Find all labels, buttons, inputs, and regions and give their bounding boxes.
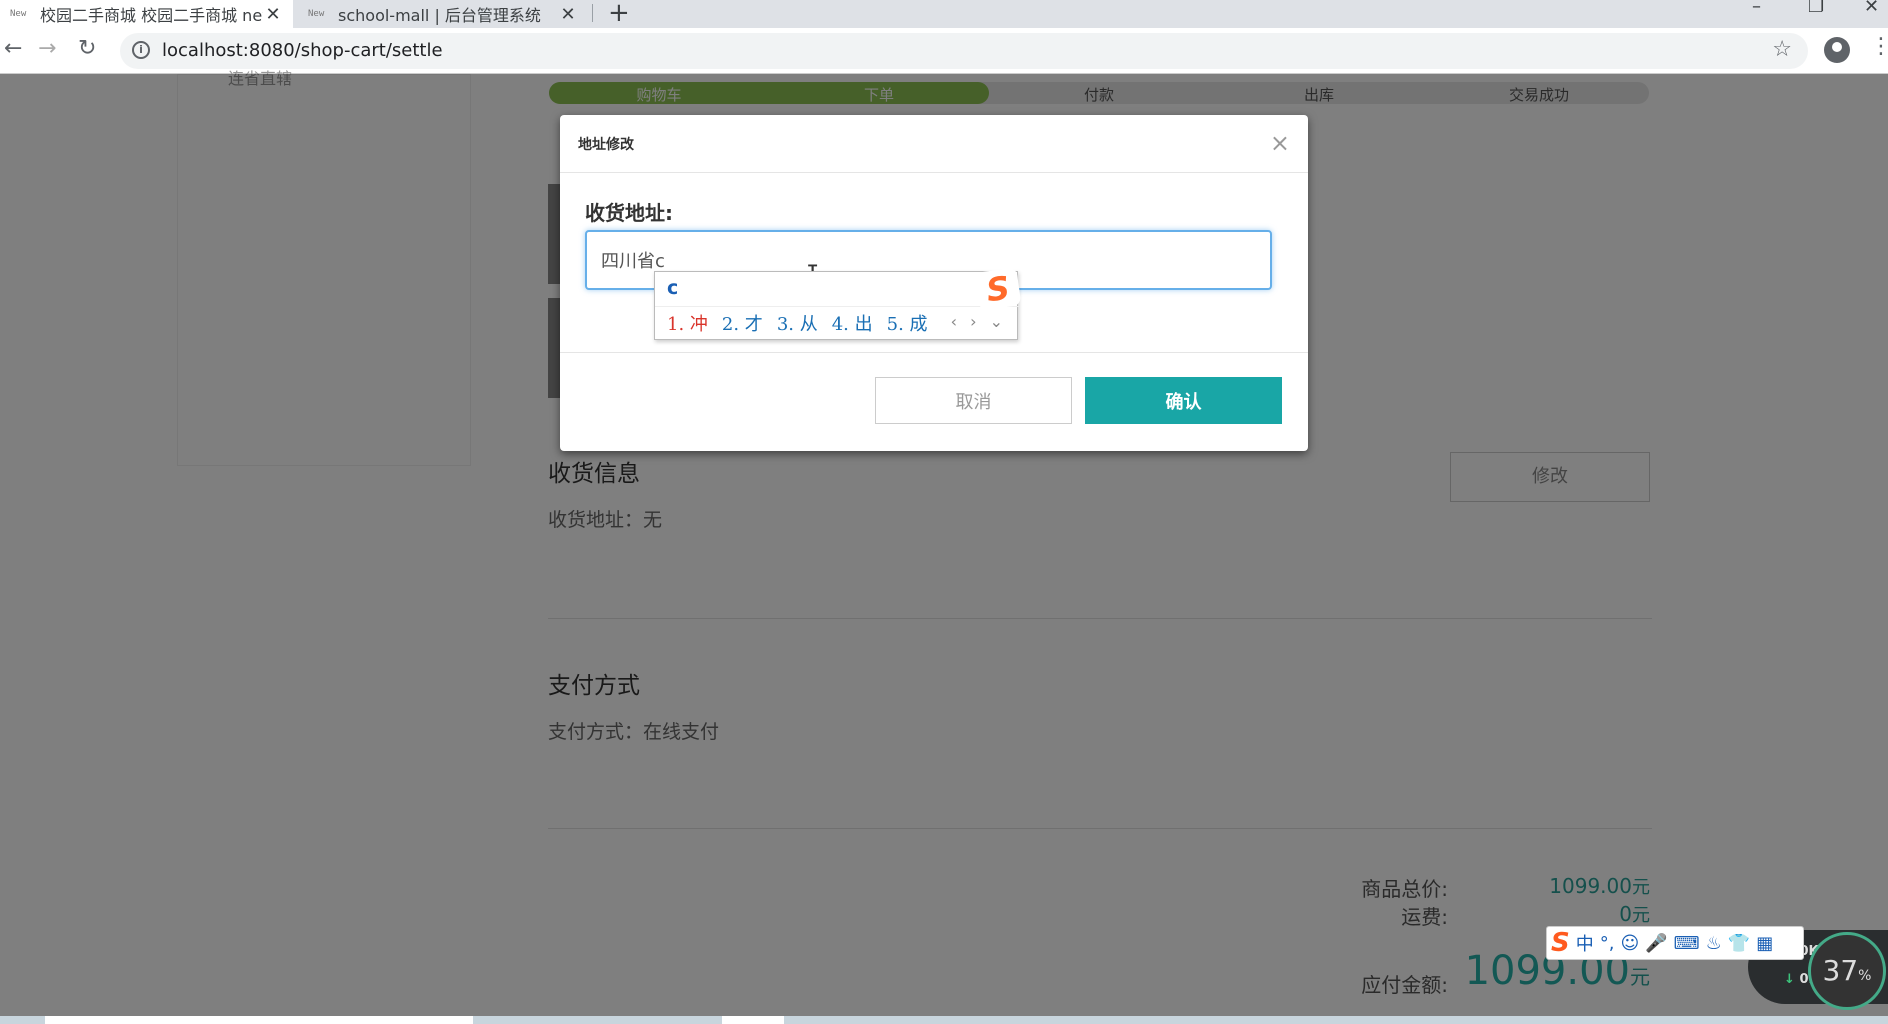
ime-candidate[interactable]: 4. 出	[832, 310, 873, 336]
modal-title: 地址修改	[578, 137, 634, 153]
tab-strip: New 校园二手商城 校园二手商城 new ✕ New school-mall …	[0, 0, 1888, 28]
maximize-icon[interactable]: ❐	[1808, 0, 1824, 17]
address-bar[interactable]: i localhost:8080/shop-cart/settle ☆	[120, 33, 1808, 69]
browser-menu-icon[interactable]: ⋮	[1870, 34, 1888, 59]
scroll-segment	[45, 1016, 473, 1024]
new-favicon-icon: New	[308, 9, 325, 19]
ime-candidate[interactable]: 5. 成	[887, 310, 928, 336]
tab-title: 校园二手商城 校园二手商城 new	[40, 6, 263, 25]
sogou-logo-icon: S	[974, 267, 1022, 311]
tab-admin-system[interactable]: New school-mall | 后台管理系统 ✕	[298, 0, 588, 28]
tab-campus-mall[interactable]: New 校园二手商城 校园二手商城 new ✕	[0, 0, 293, 28]
ime-toolbar: S 中 °, ☺ 🎤 ⌨ ♨ 👕 ▦	[1546, 926, 1804, 960]
percent-unit: %	[1858, 968, 1872, 984]
confirm-button[interactable]: 确认	[1085, 377, 1282, 424]
close-icon[interactable]: ×	[1270, 129, 1290, 157]
usage-percent-circle[interactable]: 37%	[1808, 932, 1886, 1010]
download-arrow-icon: ↓	[1784, 972, 1795, 987]
ime-divider	[655, 306, 1019, 307]
sogou-logo-icon[interactable]: S	[1551, 928, 1570, 958]
profile-avatar-icon[interactable]	[1824, 37, 1850, 63]
tab-separator	[592, 4, 593, 22]
modal-header: 地址修改 ×	[560, 115, 1308, 173]
new-tab-icon[interactable]: +	[608, 0, 630, 28]
scroll-segment	[722, 1016, 784, 1024]
keyboard-icon[interactable]: ⌨	[1674, 933, 1700, 954]
reload-icon[interactable]: ↻	[78, 36, 96, 61]
ime-candidates: 1. 冲 2. 才 3. 从 4. 出 5. 成	[667, 310, 928, 336]
skin-icon[interactable]: ♨	[1706, 933, 1722, 954]
ime-candidate[interactable]: 1. 冲	[667, 310, 708, 336]
forward-arrow-icon[interactable]: →	[38, 36, 56, 61]
back-arrow-icon[interactable]: ←	[4, 36, 22, 61]
tab-close-icon[interactable]: ✕	[558, 4, 578, 25]
site-info-icon[interactable]: i	[132, 41, 150, 59]
modal-footer-divider	[560, 352, 1308, 353]
usage-percent: 37	[1822, 954, 1859, 987]
microphone-icon[interactable]: 🎤	[1645, 933, 1667, 954]
grid-icon[interactable]: ▦	[1756, 933, 1773, 954]
new-favicon-icon: New	[10, 9, 27, 19]
address-field-label: 收货地址:	[585, 201, 673, 225]
window-close-icon[interactable]: ✕	[1864, 0, 1879, 17]
ime-composition: c	[667, 277, 679, 299]
ime-page-nav-icon[interactable]: ‹ › ⌄	[951, 312, 1007, 331]
emoji-icon[interactable]: ☺	[1620, 933, 1639, 954]
tab-close-icon[interactable]: ✕	[263, 4, 283, 25]
ime-candidate-popup: c 1. 冲 2. 才 3. 从 4. 出 5. 成 ‹ › ⌄	[654, 271, 1019, 340]
bottom-scroll-strip	[0, 1016, 1888, 1024]
minimize-icon[interactable]: –	[1752, 0, 1761, 17]
bookmark-star-icon[interactable]: ☆	[1772, 37, 1792, 62]
tab-title: school-mall | 后台管理系统	[338, 6, 541, 25]
shirt-icon[interactable]: 👕	[1728, 933, 1750, 954]
punctuation-icon[interactable]: °,	[1600, 933, 1615, 954]
ime-candidate[interactable]: 2. 才	[722, 310, 763, 336]
chinese-mode-icon[interactable]: 中	[1576, 930, 1594, 956]
ime-candidate[interactable]: 3. 从	[777, 310, 818, 336]
url-text[interactable]: localhost:8080/shop-cart/settle	[162, 40, 443, 61]
cancel-button[interactable]: 取消	[875, 377, 1072, 424]
